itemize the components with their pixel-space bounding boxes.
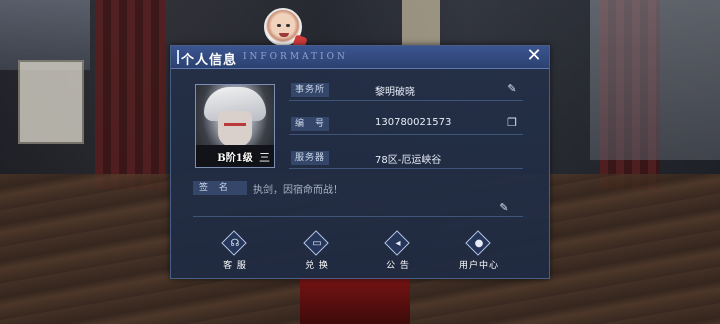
ticket-icon: ▭ (312, 238, 322, 249)
character-coat-bottom (300, 276, 410, 324)
avatar-mouth (279, 33, 289, 37)
id-label: 编 号 (291, 117, 330, 131)
announcement-label: 公 告 (386, 261, 410, 271)
info-row-agency: 事务所 黎明破晓 ✎ (289, 82, 523, 101)
signature-divider (193, 216, 523, 217)
action-bar: ☊ 客 服 ▭ 兑 换 ◂ 公 告 ● 用户中心 (171, 230, 549, 272)
info-row-id: 编 号 130780021573 ❐ (289, 116, 523, 135)
megaphone-icon: ◂ (395, 238, 401, 249)
avatar-eye (277, 24, 281, 27)
background-wall-right (590, 0, 720, 160)
customer-service-button[interactable]: ☊ 客 服 (207, 230, 263, 272)
portrait-face (218, 111, 252, 147)
signature-text: 执剑，因宿命而战！ (253, 185, 343, 196)
customer-service-label: 客 服 (223, 261, 247, 271)
portrait-eyes (224, 123, 246, 126)
copy-icon[interactable]: ❐ (505, 116, 519, 130)
edit-icon[interactable]: ✎ (505, 82, 519, 96)
redeem-button[interactable]: ▭ 兑 换 (289, 230, 345, 272)
redeem-label: 兑 换 (305, 261, 329, 271)
agency-label: 事务所 (291, 83, 330, 97)
avatar-eye (286, 24, 290, 27)
character-portrait[interactable]: B阶1级 三 (195, 84, 275, 168)
dialog-titlebar: 个人信息 INFORMATION ✕ (171, 46, 549, 69)
user-center-label: 用户中心 (458, 261, 499, 271)
server-value: 78区-厄运峡谷 (375, 155, 442, 166)
background-poster (402, 0, 440, 46)
profile-dialog: 个人信息 INFORMATION ✕ B阶1级 三 事务所 黎明破晓 ✎ 编 号… (170, 45, 550, 279)
headset-icon: ☊ (230, 238, 240, 249)
close-button[interactable]: ✕ (525, 47, 543, 65)
background-curtain-left (95, 0, 165, 190)
dialog-subtitle: INFORMATION (243, 52, 348, 62)
announcement-button[interactable]: ◂ 公 告 (370, 230, 426, 272)
id-value: 130780021573 (375, 117, 452, 128)
user-icon: ● (474, 238, 484, 249)
info-row-server: 服务器 78区-厄运峡谷 (289, 150, 523, 169)
user-center-button[interactable]: ● 用户中心 (451, 230, 507, 272)
signature-edit-icon[interactable]: ✎ (497, 201, 511, 215)
server-label: 服务器 (291, 151, 330, 165)
rank-mark: 三 (259, 151, 270, 164)
agency-value: 黎明破晓 (375, 87, 415, 98)
background-shelf (18, 60, 84, 144)
title-accent-mark (177, 50, 179, 64)
player-avatar[interactable] (264, 8, 308, 50)
signature-label: 签 名 (193, 181, 247, 195)
dialog-title: 个人信息 (181, 53, 238, 68)
